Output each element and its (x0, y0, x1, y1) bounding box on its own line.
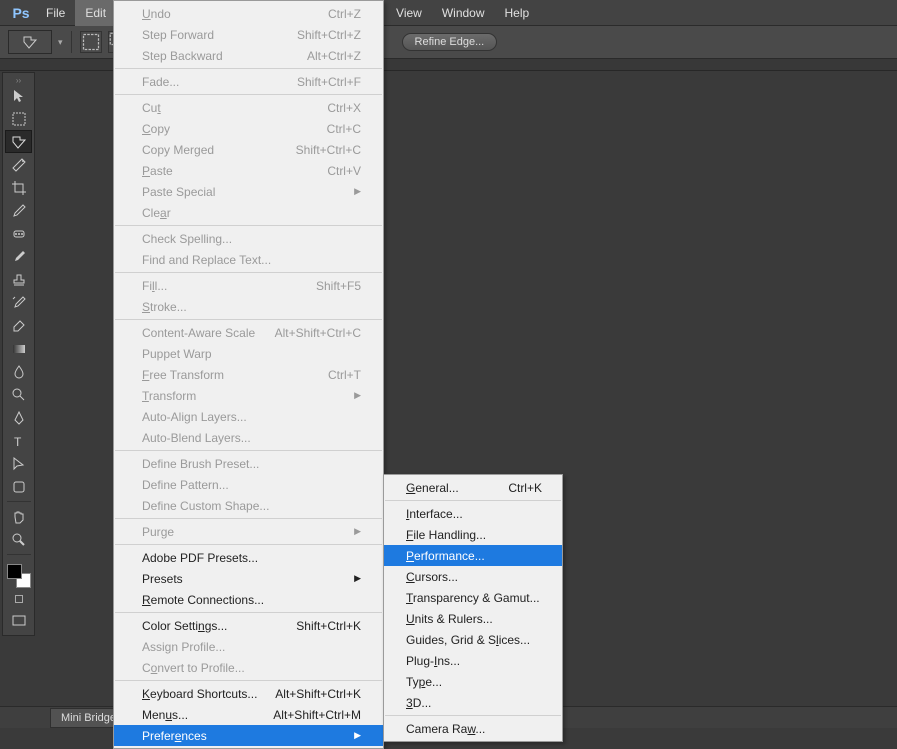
edit-menu-item: PasteCtrl+V (114, 160, 383, 181)
stamp-tool[interactable] (5, 268, 32, 291)
submenu-arrow-icon: ▶ (354, 186, 361, 197)
preferences-item[interactable]: Transparency & Gamut... (384, 587, 562, 608)
wand-tool[interactable] (5, 153, 32, 176)
lasso-tool[interactable] (5, 130, 32, 153)
edit-menu-item: Puppet Warp (114, 343, 383, 364)
edit-menu-item[interactable]: Keyboard Shortcuts...Alt+Shift+Ctrl+K (114, 683, 383, 704)
edit-menu-item: Purge▶ (114, 521, 383, 542)
quick-mask-toggle[interactable] (5, 589, 32, 609)
dodge-tool[interactable] (5, 383, 32, 406)
edit-menu-item: Check Spelling... (114, 228, 383, 249)
color-swatches[interactable] (5, 562, 32, 589)
blur-tool[interactable] (5, 360, 32, 383)
app-logo: Ps (6, 3, 36, 23)
preferences-item[interactable]: Plug-Ins... (384, 650, 562, 671)
edit-menu-item: CopyCtrl+C (114, 118, 383, 139)
eraser-tool[interactable] (5, 314, 32, 337)
preferences-item[interactable]: Performance... (384, 545, 562, 566)
edit-menu-item: Paste Special▶ (114, 181, 383, 202)
edit-menu-item: Copy MergedShift+Ctrl+C (114, 139, 383, 160)
edit-menu-item[interactable]: Color Settings...Shift+Ctrl+K (114, 615, 383, 636)
edit-menu-item: Define Pattern... (114, 474, 383, 495)
preferences-item[interactable]: 3D... (384, 692, 562, 713)
pen-tool[interactable] (5, 406, 32, 429)
menu-window[interactable]: Window (432, 0, 495, 26)
type-tool[interactable]: T (5, 429, 32, 452)
eyedropper-tool[interactable] (5, 199, 32, 222)
preferences-item[interactable]: File Handling... (384, 524, 562, 545)
gradient-tool[interactable] (5, 337, 32, 360)
edit-menu-dropdown: UndoCtrl+ZStep ForwardShift+Ctrl+ZStep B… (113, 0, 384, 749)
screen-mode[interactable] (5, 609, 32, 632)
preferences-submenu: General...Ctrl+K Interface...File Handlin… (383, 474, 563, 742)
edit-menu-item: Define Custom Shape... (114, 495, 383, 516)
edit-menu-item[interactable]: Adobe PDF Presets... (114, 547, 383, 568)
preferences-item[interactable]: Cursors... (384, 566, 562, 587)
marquee-tool[interactable] (5, 107, 32, 130)
edit-menu-item: Auto-Align Layers... (114, 406, 383, 427)
edit-menu-item: Define Brush Preset... (114, 453, 383, 474)
edit-menu-item[interactable]: Preferences▶ (114, 725, 383, 746)
edit-menu-item: Convert to Profile... (114, 657, 383, 678)
edit-menu-item: Step BackwardAlt+Ctrl+Z (114, 45, 383, 66)
edit-menu-item: Assign Profile... (114, 636, 383, 657)
submenu-arrow-icon: ▶ (354, 730, 361, 741)
foreground-swatch[interactable] (7, 564, 22, 579)
hand-tool[interactable] (5, 505, 32, 528)
selection-new-icon[interactable] (80, 31, 102, 53)
preferences-item[interactable]: General...Ctrl+K (384, 477, 562, 498)
preferences-item[interactable]: Camera Raw... (384, 718, 562, 739)
preferences-item[interactable]: Guides, Grid & Slices... (384, 629, 562, 650)
edit-menu-item: Stroke... (114, 296, 383, 317)
edit-menu-item: UndoCtrl+Z (114, 3, 383, 24)
heal-tool[interactable] (5, 222, 32, 245)
edit-menu-item: Auto-Blend Layers... (114, 427, 383, 448)
collapse-toggle[interactable]: ›› (16, 76, 21, 84)
edit-menu-item: Transform▶ (114, 385, 383, 406)
submenu-arrow-icon: ▶ (354, 526, 361, 537)
preferences-item[interactable]: Interface... (384, 503, 562, 524)
edit-menu-item: Free TransformCtrl+T (114, 364, 383, 385)
shape-tool[interactable] (5, 475, 32, 498)
edit-menu-item[interactable]: Presets▶ (114, 568, 383, 589)
edit-menu-item: Step ForwardShift+Ctrl+Z (114, 24, 383, 45)
menu-view[interactable]: View (386, 0, 432, 26)
svg-text:T: T (14, 435, 22, 449)
preferences-item[interactable]: Type... (384, 671, 562, 692)
submenu-arrow-icon: ▶ (354, 390, 361, 401)
edit-menu-item: Clear (114, 202, 383, 223)
tools-panel: ›› T (2, 72, 35, 636)
edit-menu-item: Fill...Shift+F5 (114, 275, 383, 296)
history-brush-tool[interactable] (5, 291, 32, 314)
brush-tool[interactable] (5, 245, 32, 268)
edit-menu-item[interactable]: Menus...Alt+Shift+Ctrl+M (114, 704, 383, 725)
edit-menu-item: CutCtrl+X (114, 97, 383, 118)
menu-help[interactable]: Help (495, 0, 540, 26)
edit-menu-item: Find and Replace Text... (114, 249, 383, 270)
move-tool[interactable] (5, 84, 32, 107)
refine-edge-button[interactable]: Refine Edge... (402, 33, 498, 51)
edit-menu-item[interactable]: Remote Connections... (114, 589, 383, 610)
path-select-tool[interactable] (5, 452, 32, 475)
edit-menu-item: Content-Aware ScaleAlt+Shift+Ctrl+C (114, 322, 383, 343)
menu-edit[interactable]: Edit (75, 0, 116, 26)
tool-preset-picker[interactable] (8, 30, 52, 54)
zoom-tool[interactable] (5, 528, 32, 551)
submenu-arrow-icon: ▶ (354, 573, 361, 584)
menu-file[interactable]: File (36, 0, 75, 26)
edit-menu-item: Fade...Shift+Ctrl+F (114, 71, 383, 92)
crop-tool[interactable] (5, 176, 32, 199)
preferences-item[interactable]: Units & Rulers... (384, 608, 562, 629)
